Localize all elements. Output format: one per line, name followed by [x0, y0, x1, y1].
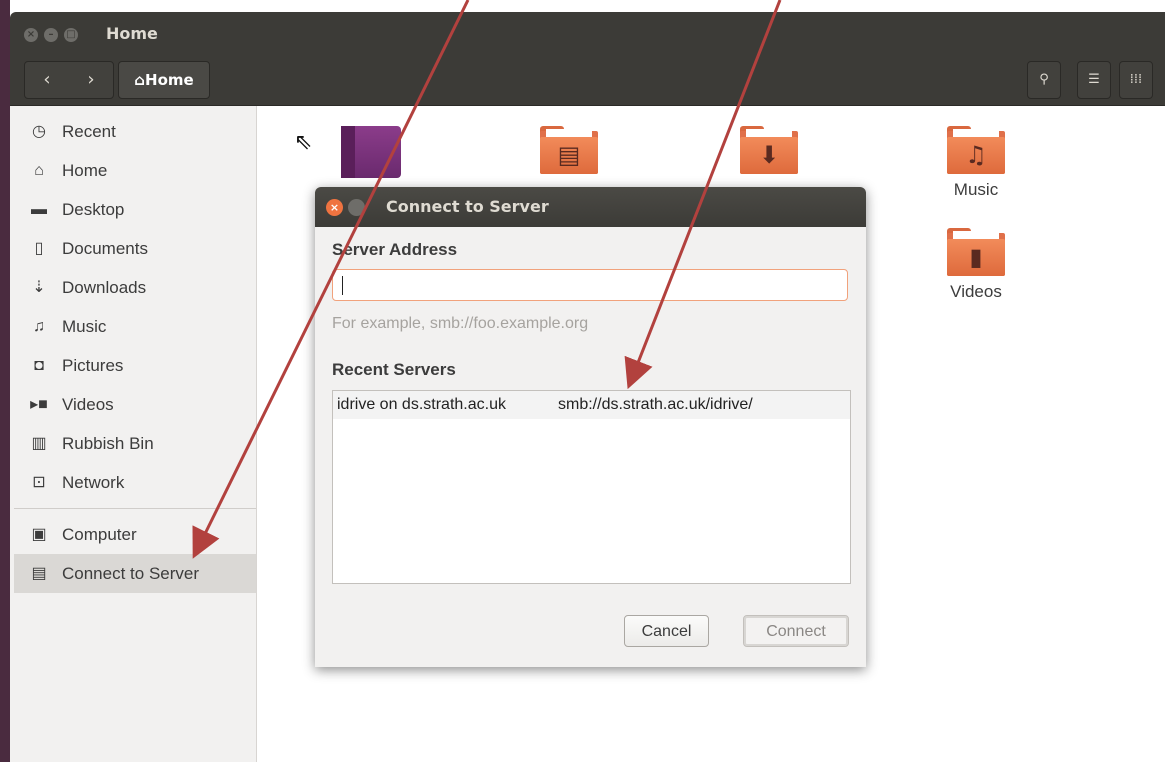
documents-folder-icon: ▤: [540, 126, 598, 174]
mouse-pointer-icon: ⇖: [294, 130, 313, 155]
back-button[interactable]: ‹: [25, 62, 69, 98]
sidebar-item-label: Connect to Server: [62, 564, 200, 583]
dialog-close-button[interactable]: ×: [326, 199, 343, 216]
documents-folder[interactable]: ▤: [514, 126, 624, 174]
sidebar-item-pictures[interactable]: ◘ Pictures: [14, 346, 256, 385]
dialog-title: Connect to Server: [386, 197, 549, 216]
sidebar-item-label: Documents: [62, 239, 148, 258]
close-icon: ×: [329, 201, 340, 214]
file-manager-window: × – □ Home ‹ › ⌂Home ⚲ ☰ ⁞⁞⁞ ◷ Recent ⌂ Ho…: [0, 0, 1165, 762]
sidebar-item-label: Computer: [62, 525, 137, 544]
folder-icon: ▬: [31, 201, 47, 218]
list-view-icon: ☰: [1088, 72, 1100, 87]
sidebar-item-computer[interactable]: ▣ Computer: [14, 515, 256, 554]
sidebar-item-network[interactable]: ⊡ Network: [14, 463, 256, 502]
window-minimize-button[interactable]: –: [44, 28, 58, 42]
sidebar-item-label: Desktop: [62, 200, 125, 219]
search-button[interactable]: ⚲: [1027, 61, 1061, 99]
window-maximize-button[interactable]: □: [64, 28, 78, 42]
recent-server-row[interactable]: idrive on ds.strath.ac.uk smb://ds.strat…: [333, 391, 850, 419]
sidebar-item-label: Network: [62, 473, 125, 492]
music-folder-icon: ♫: [947, 126, 1005, 174]
home-icon: ⌂: [34, 162, 44, 179]
sidebar-item-documents[interactable]: ▯ Documents: [14, 229, 256, 268]
sidebar-item-recent[interactable]: ◷ Recent: [14, 112, 256, 151]
music-folder-label: Music: [953, 180, 999, 199]
music-icon: ♫: [33, 318, 45, 335]
sidebar-item-label: Home: [62, 161, 108, 180]
title-bar: × – □ Home: [10, 12, 1165, 57]
window-title: Home: [106, 24, 158, 43]
download-icon: ⇣: [32, 279, 46, 296]
videos-folder-icon: ▮: [947, 228, 1005, 276]
search-icon: ⚲: [1039, 72, 1049, 87]
downloads-folder[interactable]: ⬇: [714, 126, 824, 174]
sidebar-item-label: Rubbish Bin: [62, 434, 154, 453]
server-address-hint: For example, smb://foo.example.org: [332, 315, 589, 332]
sidebar-item-label: Videos: [62, 395, 114, 414]
sidebar-item-label: Recent: [62, 122, 116, 141]
camera-icon: ◘: [34, 357, 44, 374]
clock-icon: ◷: [32, 123, 46, 140]
grid-view-button[interactable]: ⁞⁞⁞: [1119, 61, 1153, 99]
videos-folder[interactable]: ▮ Videos: [921, 228, 1031, 302]
trash-icon: ▥: [31, 435, 47, 452]
dialog-title-bar: × Connect to Server: [315, 187, 866, 227]
places-sidebar: ◷ Recent ⌂ Home ▬ Desktop ▯ Documents ⇣ Downl…: [10, 106, 257, 762]
list-view-button[interactable]: ☰: [1077, 61, 1111, 99]
path-home-button[interactable]: ⌂Home: [118, 61, 210, 99]
desktop-folder[interactable]: [341, 126, 401, 178]
forward-button[interactable]: ›: [69, 62, 113, 98]
sidebar-item-desktop[interactable]: ▬ Desktop: [14, 190, 256, 229]
dialog-minimize-button[interactable]: [348, 199, 365, 216]
sidebar-item-downloads[interactable]: ⇣ Downloads: [14, 268, 256, 307]
chevron-left-icon: ‹: [43, 69, 51, 90]
desktop-folder-icon: [341, 126, 355, 178]
drive-icon: ▣: [31, 526, 47, 543]
sidebar-item-label: Downloads: [62, 278, 147, 297]
music-folder[interactable]: ♫ Music: [921, 126, 1031, 200]
window-edge: [0, 0, 10, 762]
recent-servers-list: idrive on ds.strath.ac.uk smb://ds.strat…: [332, 390, 851, 584]
sidebar-item-home[interactable]: ⌂ Home: [14, 151, 256, 190]
document-icon: ▯: [34, 240, 44, 257]
sidebar-item-connect-to-server[interactable]: ▤ Connect to Server: [14, 554, 256, 593]
grid-view-icon: ⁞⁞⁞: [1129, 72, 1143, 87]
videos-folder-label: Videos: [950, 282, 1002, 301]
connect-button[interactable]: Connect: [743, 615, 849, 647]
server-address-label: Server Address: [332, 240, 458, 259]
recent-servers-label: Recent Servers: [332, 360, 456, 379]
cancel-button[interactable]: Cancel: [624, 615, 709, 647]
sidebar-item-label: Music: [62, 317, 107, 336]
video-icon: ▸■: [30, 396, 48, 413]
recent-server-url: smb://ds.strath.ac.uk/idrive/: [558, 396, 753, 413]
toolbar: ‹ › ⌂Home ⚲ ☰ ⁞⁞⁞: [10, 57, 1165, 106]
server-icon: ▤: [31, 565, 47, 582]
history-nav: ‹ ›: [24, 61, 114, 99]
text-cursor: [342, 276, 343, 295]
sidebar-item-music[interactable]: ♫ Music: [14, 307, 256, 346]
server-address-input[interactable]: [332, 269, 848, 301]
sidebar-item-videos[interactable]: ▸■ Videos: [14, 385, 256, 424]
chevron-right-icon: ›: [87, 69, 95, 90]
network-icon: ⊡: [32, 474, 46, 491]
window-close-button[interactable]: ×: [24, 28, 38, 42]
recent-server-name: idrive on ds.strath.ac.uk: [337, 396, 506, 413]
sidebar-item-label: Pictures: [62, 356, 124, 375]
connect-to-server-dialog: × Connect to Server Server Address For e…: [315, 187, 866, 667]
downloads-folder-icon: ⬇: [740, 126, 798, 174]
sidebar-item-rubbish-bin[interactable]: ▥ Rubbish Bin: [14, 424, 256, 463]
sidebar-divider: [14, 508, 256, 509]
